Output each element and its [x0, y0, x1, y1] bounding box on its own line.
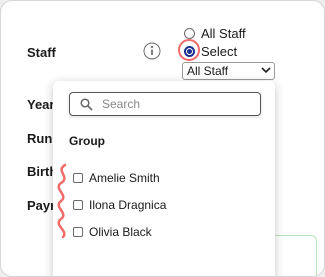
radio-all-staff-label: All Staff [201, 26, 246, 41]
checkbox[interactable] [73, 173, 83, 183]
run-label: Run [27, 131, 53, 146]
list-item-label: Amelie Smith [89, 171, 160, 185]
staff-dropdown-value: All Staff [187, 64, 229, 78]
pay-label: Payr [27, 198, 56, 213]
highlight-ring [178, 39, 200, 61]
group-heading: Group [69, 134, 105, 148]
list-item-label: Ilona Dragnica [89, 198, 167, 212]
search-input[interactable] [102, 96, 252, 112]
radio-all-staff-circle[interactable] [184, 28, 195, 39]
radio-all-staff[interactable]: All Staff [184, 26, 246, 41]
list-item[interactable]: Olivia Black [73, 225, 152, 239]
checkbox[interactable] [73, 227, 83, 237]
year-label: Year [27, 97, 55, 112]
list-item-label: Olivia Black [89, 225, 152, 239]
search-box[interactable] [69, 92, 261, 116]
chevron-down-icon [261, 67, 271, 74]
info-icon[interactable] [143, 42, 161, 60]
staff-dropdown[interactable]: All Staff [182, 62, 275, 80]
form-card: Staff Year Run Birth Payr All Staff Sele… [0, 0, 325, 277]
checkbox[interactable] [73, 200, 83, 210]
list-item[interactable]: Ilona Dragnica [73, 198, 166, 212]
staff-label: Staff [27, 45, 56, 60]
search-icon [80, 98, 93, 111]
list-item[interactable]: Amelie Smith [73, 171, 160, 185]
radio-select-label: Select [201, 44, 238, 59]
squiggle-annotation [57, 163, 67, 239]
staff-select-popup: Group Amelie Smith Ilona Dragnica Olivia… [53, 81, 275, 276]
